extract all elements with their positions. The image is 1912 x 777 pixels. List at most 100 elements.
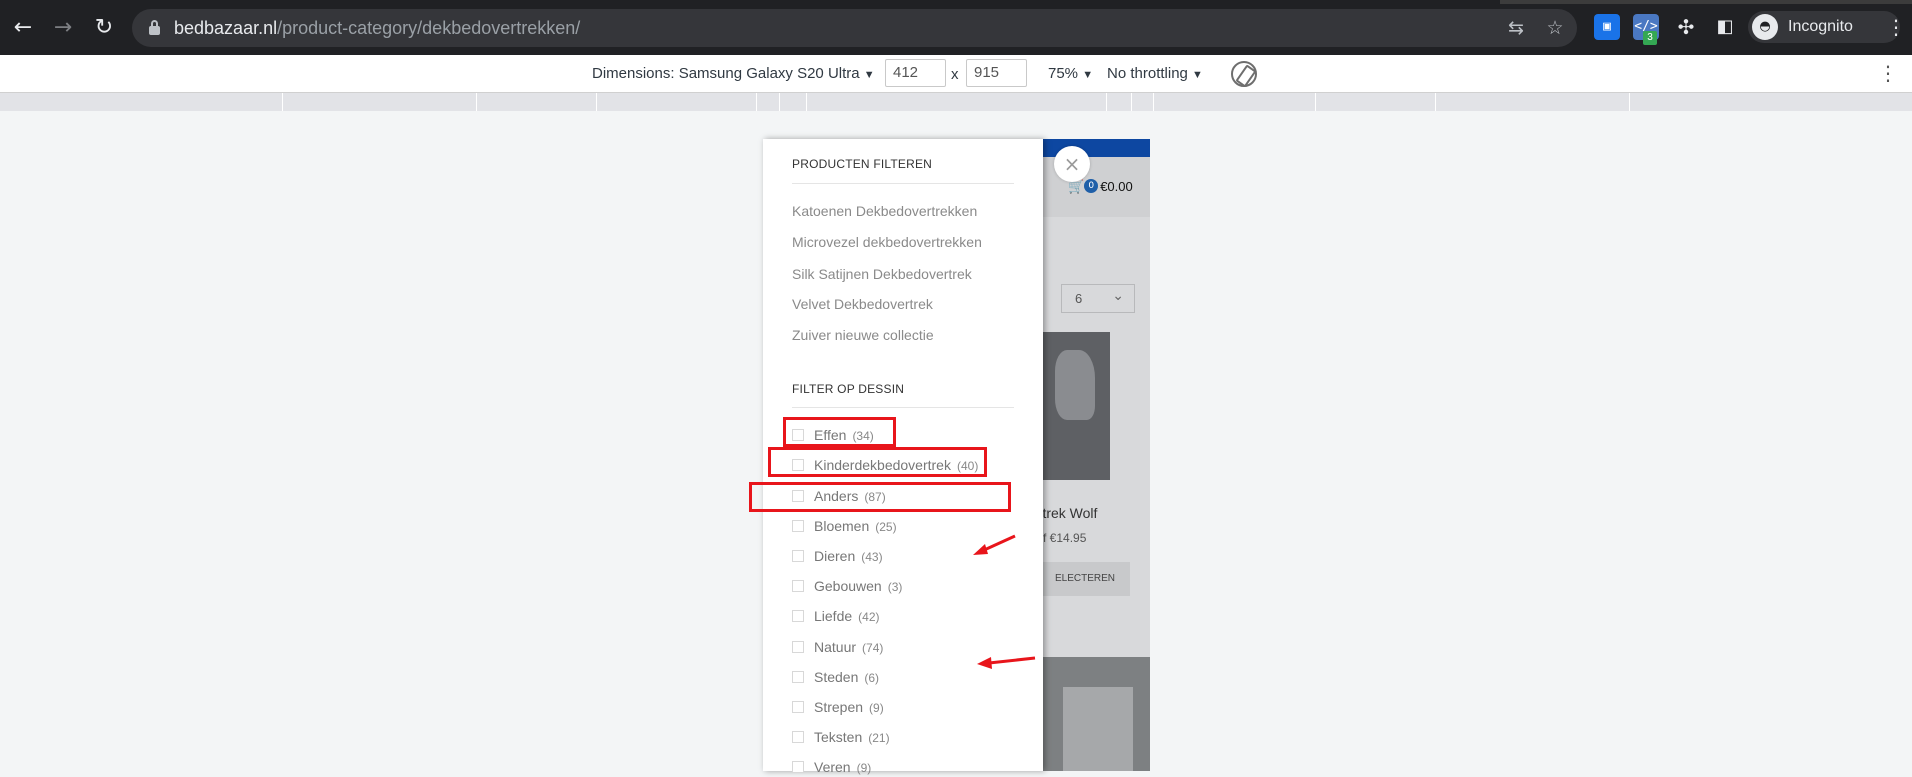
pattern-filter-heading: FILTER OP DESSIN [792,382,905,396]
translate-icon[interactable]: ⇆ [1504,16,1528,40]
device-toolbar: Dimensions: Samsung Galaxy S20 Ultra ▼ 4… [0,55,1912,93]
filter-count: (21) [868,731,890,745]
incognito-icon: ◓ [1752,14,1778,40]
extension-blue-icon[interactable]: ▣ [1594,14,1620,40]
annotation-arrow-icon [977,656,1036,669]
filter-count: (25) [875,520,897,534]
extension-badge: 3 [1643,31,1657,45]
category-link[interactable]: Velvet Dekbedovertrek [792,296,933,312]
annotation-highlight-box [768,447,987,477]
category-link[interactable]: Zuiver nieuwe collectie [792,327,934,343]
filter-label: Strepen [814,699,864,715]
filter-label: Liefde [814,608,853,624]
category-link[interactable]: Microvezel dekbedovertrekken [792,234,982,250]
kebab-menu-icon[interactable]: ⋮ [1878,61,1898,85]
product-price: f €14.95 [1043,531,1087,545]
ruler-tick [596,93,597,111]
dimensions-dropdown[interactable]: Dimensions: Samsung Galaxy S20 Ultra ▼ [592,65,875,82]
filter-count: (74) [862,641,884,655]
annotation-highlight-box [749,482,1011,512]
product-image[interactable] [1043,332,1110,480]
checkbox[interactable] [792,580,804,592]
annotation-highlight-box [783,417,896,447]
product-image[interactable] [1043,657,1150,771]
filter-label: Veren [814,759,851,775]
filter-label: Gebouwen [814,578,882,594]
cart-icon: 🛒 [1068,180,1085,195]
media-query-ruler[interactable] [0,93,1912,111]
cart-widget[interactable]: 🛒 0 €0.00 [1068,179,1133,195]
chevron-down-icon: ▼ [1192,69,1203,81]
ruler-tick [476,93,477,111]
per-page-value: 6 [1075,291,1083,306]
annotation-arrow-icon [973,534,1016,555]
star-icon[interactable]: ☆ [1543,16,1567,40]
url-host: bedbazaar.nl [174,18,278,38]
checkbox[interactable] [792,550,804,562]
cart-total: €0.00 [1100,179,1133,194]
filter-count: (9) [856,761,872,775]
url-text[interactable]: bedbazaar.nl/product-category/dekbedover… [174,18,580,39]
filter-count: (3) [887,580,903,594]
incognito-label: Incognito [1788,18,1853,35]
categories-heading: PRODUCTEN FILTEREN [792,157,933,171]
ruler-tick [282,93,283,111]
divider [792,407,1014,408]
incognito-profile-button[interactable]: ◓ Incognito [1748,11,1900,43]
zoom-dropdown[interactable]: 75% ▼ [1048,65,1093,82]
side-panel-icon[interactable]: ◧ [1712,14,1738,40]
lock-icon[interactable] [149,20,160,35]
dimension-separator: x [951,66,959,83]
browser-toolbar: ← → ↻ bedbazaar.nl/product-category/dekb… [0,0,1912,55]
filter-label: Steden [814,669,859,685]
dimensions-label: Dimensions: Samsung Galaxy S20 Ultra [592,65,860,82]
tab-strip-edge [1500,0,1912,4]
zoom-label: 75% [1048,65,1079,82]
category-link[interactable]: Silk Satijnen Dekbedovertrek [792,266,972,282]
device-height-input[interactable]: 915 [966,59,1027,87]
filter-count: (9) [869,701,884,715]
ruler-tick [1106,93,1107,111]
cart-count-badge: 0 [1084,179,1099,193]
ruler-tick [1629,93,1630,111]
ruler-tick [1153,93,1154,111]
ruler-tick [1315,93,1316,111]
chevron-down-icon: ⌄ [1112,288,1124,304]
device-width-input[interactable]: 412 [885,59,946,87]
filter-label: Bloemen [814,518,870,534]
ruler-tick [806,93,807,111]
forward-arrow-icon[interactable]: → [48,13,78,43]
filter-label: Natuur [814,639,857,655]
close-icon[interactable]: × [1054,146,1090,182]
throttling-dropdown[interactable]: No throttling ▼ [1107,65,1203,82]
chevron-down-icon: ▼ [863,69,875,81]
ruler-tick [779,93,780,111]
filter-label: Teksten [814,729,863,745]
address-bar[interactable]: bedbazaar.nl/product-category/dekbedover… [132,9,1577,47]
filter-label: Dieren [814,548,856,564]
per-page-select[interactable]: 6 ⌄ [1061,284,1135,313]
ruler-tick [1435,93,1436,111]
checkbox[interactable] [792,641,804,653]
divider [792,183,1014,184]
checkbox[interactable] [792,520,804,532]
filter-count: (42) [858,610,880,624]
checkbox[interactable] [792,671,804,683]
category-link[interactable]: Katoenen Dekbedovertrekken [792,203,977,219]
throttling-label: No throttling [1107,65,1188,82]
puzzle-icon[interactable]: ✣ [1673,14,1699,40]
filter-count: (6) [864,671,880,685]
ruler-tick [756,93,757,111]
checkbox[interactable] [792,761,804,773]
kebab-menu-icon[interactable]: ⋮ [1886,14,1906,40]
chevron-down-icon: ▼ [1082,69,1094,81]
reload-icon[interactable]: ↻ [89,13,119,43]
ruler-tick [1131,93,1132,111]
checkbox[interactable] [792,701,804,713]
checkbox[interactable] [792,731,804,743]
url-path: /product-category/dekbedovertrekken/ [277,18,581,38]
checkbox[interactable] [792,610,804,622]
select-options-button[interactable]: ELECTEREN [1043,562,1130,596]
rotate-icon[interactable] [1231,61,1257,87]
back-arrow-icon[interactable]: ← [8,13,38,43]
